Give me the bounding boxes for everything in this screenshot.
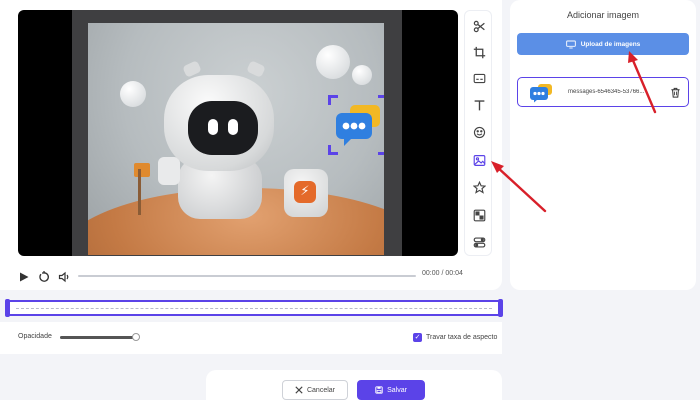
- chat-bubble-thumbnail-icon: [530, 84, 552, 103]
- trash-icon[interactable]: [670, 87, 681, 98]
- play-icon[interactable]: [18, 270, 30, 282]
- flag-pole: [138, 169, 141, 215]
- add-image-panel: Adicionar imagem Upload de imagens messa…: [510, 0, 696, 290]
- subtitle-icon[interactable]: [465, 67, 493, 89]
- emoji-icon[interactable]: [465, 121, 493, 143]
- time-display: 00:00 / 00:04: [422, 270, 463, 277]
- file-name: messages-6546345-53766...: [568, 89, 645, 95]
- volume-icon[interactable]: [58, 270, 70, 283]
- robot-face: [188, 101, 258, 155]
- player-controls: 00:00 / 00:04: [18, 268, 463, 284]
- trim-handle-end[interactable]: [498, 299, 503, 317]
- opacity-slider-knob[interactable]: [132, 333, 140, 341]
- resize-handle[interactable]: [378, 95, 384, 105]
- close-icon: [295, 386, 303, 394]
- trim-handle-start[interactable]: [5, 299, 10, 317]
- track-line: [16, 308, 492, 309]
- resize-handle[interactable]: [328, 95, 338, 105]
- upload-images-button[interactable]: Upload de imagens: [517, 33, 689, 55]
- scissors-icon[interactable]: [465, 15, 493, 37]
- background-sphere: [316, 45, 350, 79]
- toggle-icon[interactable]: [465, 231, 493, 253]
- resize-handle[interactable]: [328, 145, 338, 155]
- mosaic-icon[interactable]: [465, 204, 493, 226]
- robot-arm: [158, 157, 180, 185]
- save-button[interactable]: Salvar: [357, 380, 425, 400]
- progress-bar[interactable]: [78, 275, 416, 277]
- replay-icon[interactable]: [38, 270, 50, 282]
- clip-timeline-track[interactable]: [5, 299, 503, 317]
- opacity-slider-fill: [60, 336, 136, 339]
- lock-aspect-label: Travar taxa de aspecto: [426, 334, 498, 341]
- crop-icon[interactable]: [465, 41, 493, 63]
- opacity-label: Opacidade: [18, 333, 52, 340]
- uploaded-file-item[interactable]: messages-6546345-53766...: [517, 77, 689, 107]
- video-preview[interactable]: ⚡: [18, 10, 458, 256]
- flag: [134, 163, 150, 177]
- resize-handle[interactable]: [378, 145, 384, 155]
- editing-toolbar: [464, 10, 492, 256]
- save-icon: [375, 386, 383, 394]
- text-icon[interactable]: [465, 94, 493, 116]
- video-frame: ⚡: [88, 23, 384, 255]
- background-sphere: [352, 65, 372, 85]
- cancel-button[interactable]: Cancelar: [282, 380, 348, 400]
- battery-companion: ⚡: [284, 169, 328, 217]
- cancel-label: Cancelar: [306, 386, 335, 394]
- monitor-icon: [565, 40, 576, 48]
- layer-controls: Opacidade ✓ Travar taxa de aspecto: [0, 322, 502, 354]
- editor-panel: ⚡ 00:00 / 00:04: [0, 0, 502, 290]
- action-footer: Cancelar Salvar: [206, 370, 502, 400]
- image-icon[interactable]: [465, 149, 493, 171]
- lightning-icon: ⚡: [294, 181, 316, 203]
- robot-antenna: [246, 60, 266, 78]
- lock-aspect-checkbox[interactable]: ✓: [413, 333, 422, 342]
- image-sticker-overlay[interactable]: [328, 95, 384, 155]
- panel-title: Adicionar imagem: [566, 10, 640, 20]
- upload-label: Upload de imagens: [580, 40, 641, 48]
- robot-eye: [228, 119, 238, 135]
- robot-head: [164, 75, 274, 171]
- robot-eye: [208, 119, 218, 135]
- background-sphere: [120, 81, 146, 107]
- star-icon[interactable]: [465, 176, 493, 198]
- opacity-slider[interactable]: [60, 333, 140, 341]
- save-label: Salvar: [387, 386, 407, 394]
